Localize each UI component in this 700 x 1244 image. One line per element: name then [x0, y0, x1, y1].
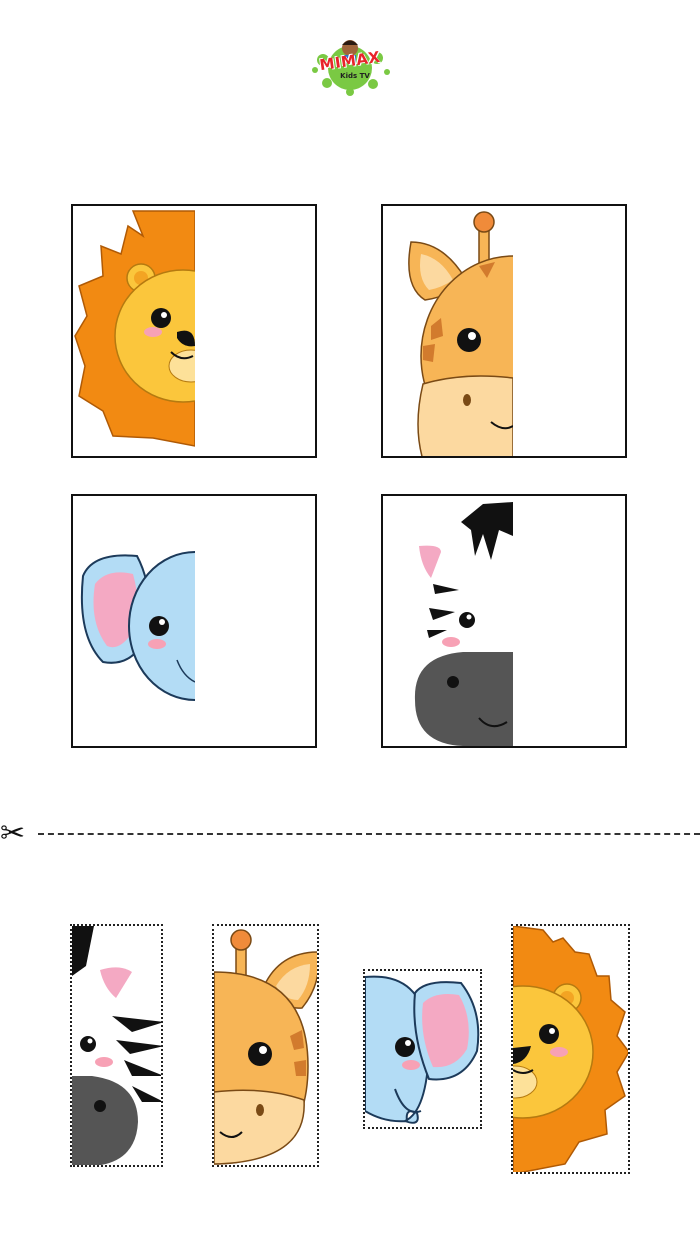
cutout-piece-zebra[interactable] [70, 924, 163, 1167]
elephant-left-half-icon [80, 551, 195, 701]
cut-line: ✂ [0, 816, 700, 852]
brand-logo: MIMAX Kids TV [305, 28, 395, 98]
target-frame-giraffe[interactable] [381, 204, 627, 458]
giraffe-left-half-icon [408, 211, 513, 456]
elephant-right-half-icon [365, 975, 480, 1124]
scissors-icon: ✂ [0, 816, 26, 851]
dashed-cut-line [38, 833, 700, 835]
cutout-piece-giraffe[interactable] [212, 924, 319, 1167]
cutout-piece-lion[interactable] [511, 924, 630, 1174]
target-frame-zebra[interactable] [381, 494, 627, 748]
lion-right-half-icon [513, 926, 628, 1172]
lion-left-half-icon [74, 210, 195, 447]
cutout-piece-elephant[interactable] [363, 969, 482, 1129]
zebra-left-half-icon [414, 502, 513, 746]
logo-sub-text: Kids TV [340, 72, 370, 80]
zebra-right-half-icon [72, 926, 161, 1165]
target-frame-lion[interactable] [71, 204, 317, 458]
giraffe-right-half-icon [214, 929, 317, 1165]
target-frame-elephant[interactable] [71, 494, 317, 748]
